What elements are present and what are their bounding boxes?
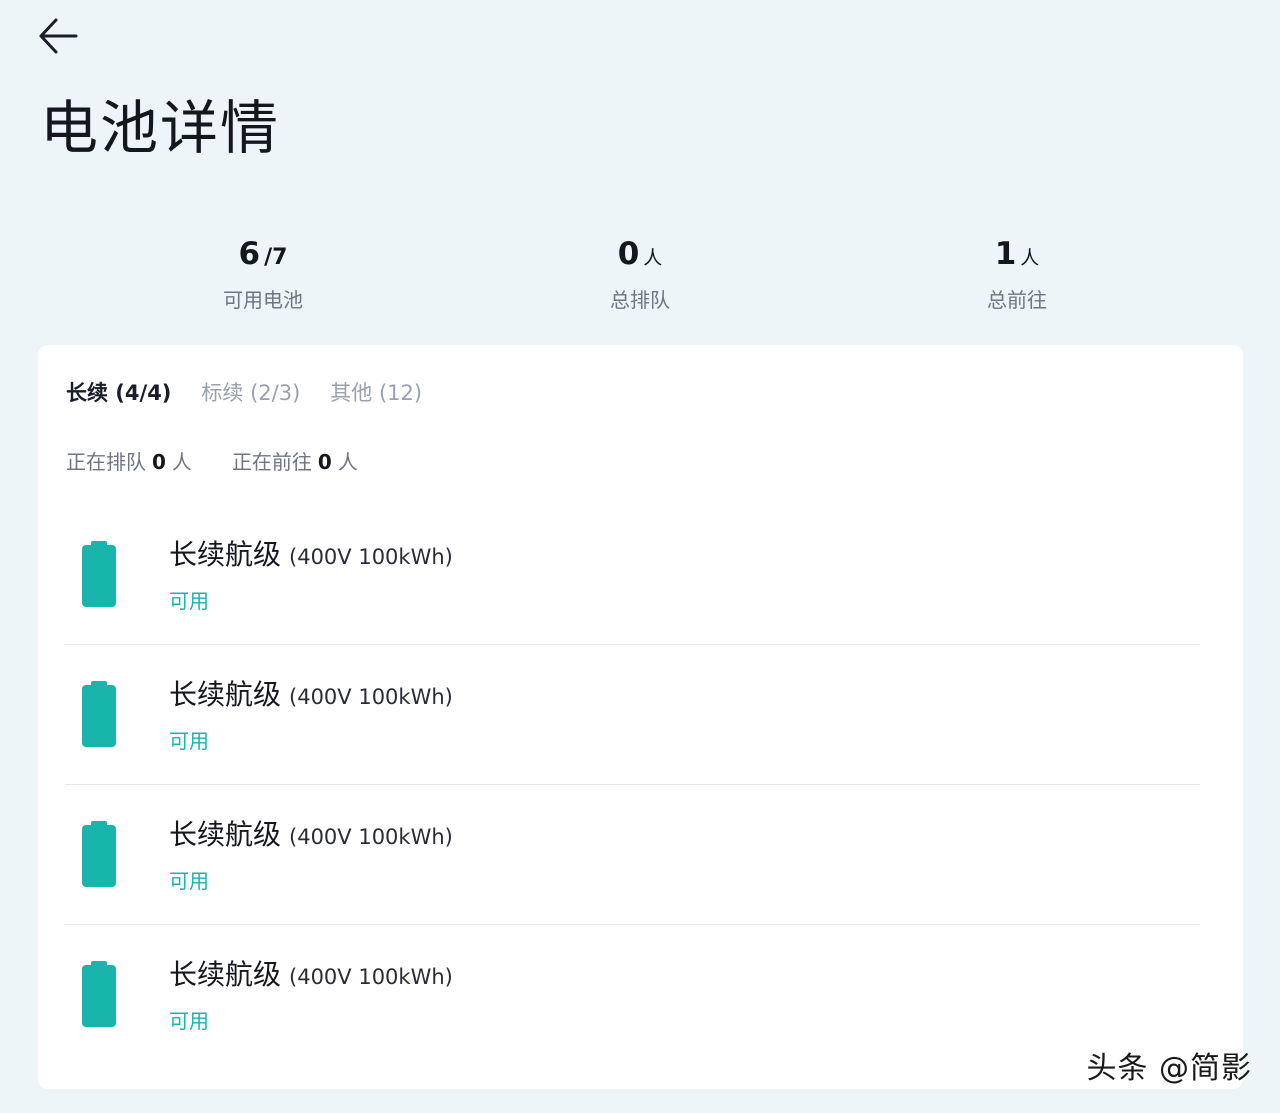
arrow-left-icon (39, 18, 78, 54)
stat-total-heading: 1人 总前往 (897, 234, 1137, 313)
queuing-count: 正在排队 0 人 (66, 450, 192, 474)
stat-label: 总前往 (987, 288, 1047, 312)
stat-value: 6/7 (238, 236, 288, 272)
queue-status: 正在排队 0 人 正在前往 0 人 (66, 447, 398, 477)
battery-list: 长续航级 (400V 100kWh) 可用 长续航级 (400V 100kWh) 可… (65, 505, 1200, 1064)
list-item: 长续航级 (400V 100kWh) 可用 (65, 925, 1200, 1064)
battery-status: 可用 (169, 729, 209, 753)
stat-available-batteries: 6/7 可用电池 (143, 234, 383, 313)
stat-total-queue: 0人 总排队 (520, 234, 760, 313)
tab-long-range[interactable]: 长续 (4/4) (66, 377, 171, 409)
stat-label: 总排队 (610, 288, 670, 312)
list-item: 长续航级 (400V 100kWh) 可用 (65, 785, 1200, 925)
battery-status: 可用 (169, 869, 209, 893)
list-item: 长续航级 (400V 100kWh) 可用 (65, 645, 1200, 785)
battery-name: 长续航级 (400V 100kWh) (169, 818, 453, 851)
stat-value: 0人 (617, 236, 663, 272)
battery-spec: (400V 100kWh) (289, 965, 453, 989)
back-button[interactable] (36, 12, 84, 60)
battery-spec: (400V 100kWh) (289, 685, 453, 709)
tab-standard-range[interactable]: 标续 (2/3) (201, 377, 300, 409)
list-item: 长续航级 (400V 100kWh) 可用 (65, 505, 1200, 645)
battery-status: 可用 (169, 589, 209, 613)
battery-full-icon (82, 961, 116, 1027)
battery-name: 长续航级 (400V 100kWh) (169, 958, 453, 991)
battery-full-icon (82, 541, 116, 607)
battery-name: 长续航级 (400V 100kWh) (169, 538, 453, 571)
battery-full-icon (82, 821, 116, 887)
watermark: 头条 @简影 (1086, 1051, 1252, 1086)
battery-spec: (400V 100kWh) (289, 545, 453, 569)
page-title: 电池详情 (40, 94, 281, 162)
heading-count: 正在前往 0 人 (231, 450, 358, 474)
battery-full-icon (82, 681, 116, 747)
stat-value: 1人 (994, 236, 1040, 272)
stats-summary: 6/7 可用电池 0人 总排队 1人 总前往 (0, 234, 1280, 314)
battery-status: 可用 (169, 1009, 209, 1033)
stat-unit: 人 (1020, 247, 1040, 269)
stat-unit: 人 (643, 247, 663, 269)
battery-spec: (400V 100kWh) (289, 825, 453, 849)
stat-label: 可用电池 (223, 288, 303, 312)
battery-type-tabs: 长续 (4/4) 标续 (2/3) 其他 (12) (66, 377, 452, 409)
stat-total: /7 (264, 245, 288, 270)
battery-card: 长续 (4/4) 标续 (2/3) 其他 (12) 正在排队 0 人 正在前往 0 人 … (38, 345, 1243, 1089)
battery-name: 长续航级 (400V 100kWh) (169, 678, 453, 711)
tab-other[interactable]: 其他 (12) (330, 377, 422, 409)
